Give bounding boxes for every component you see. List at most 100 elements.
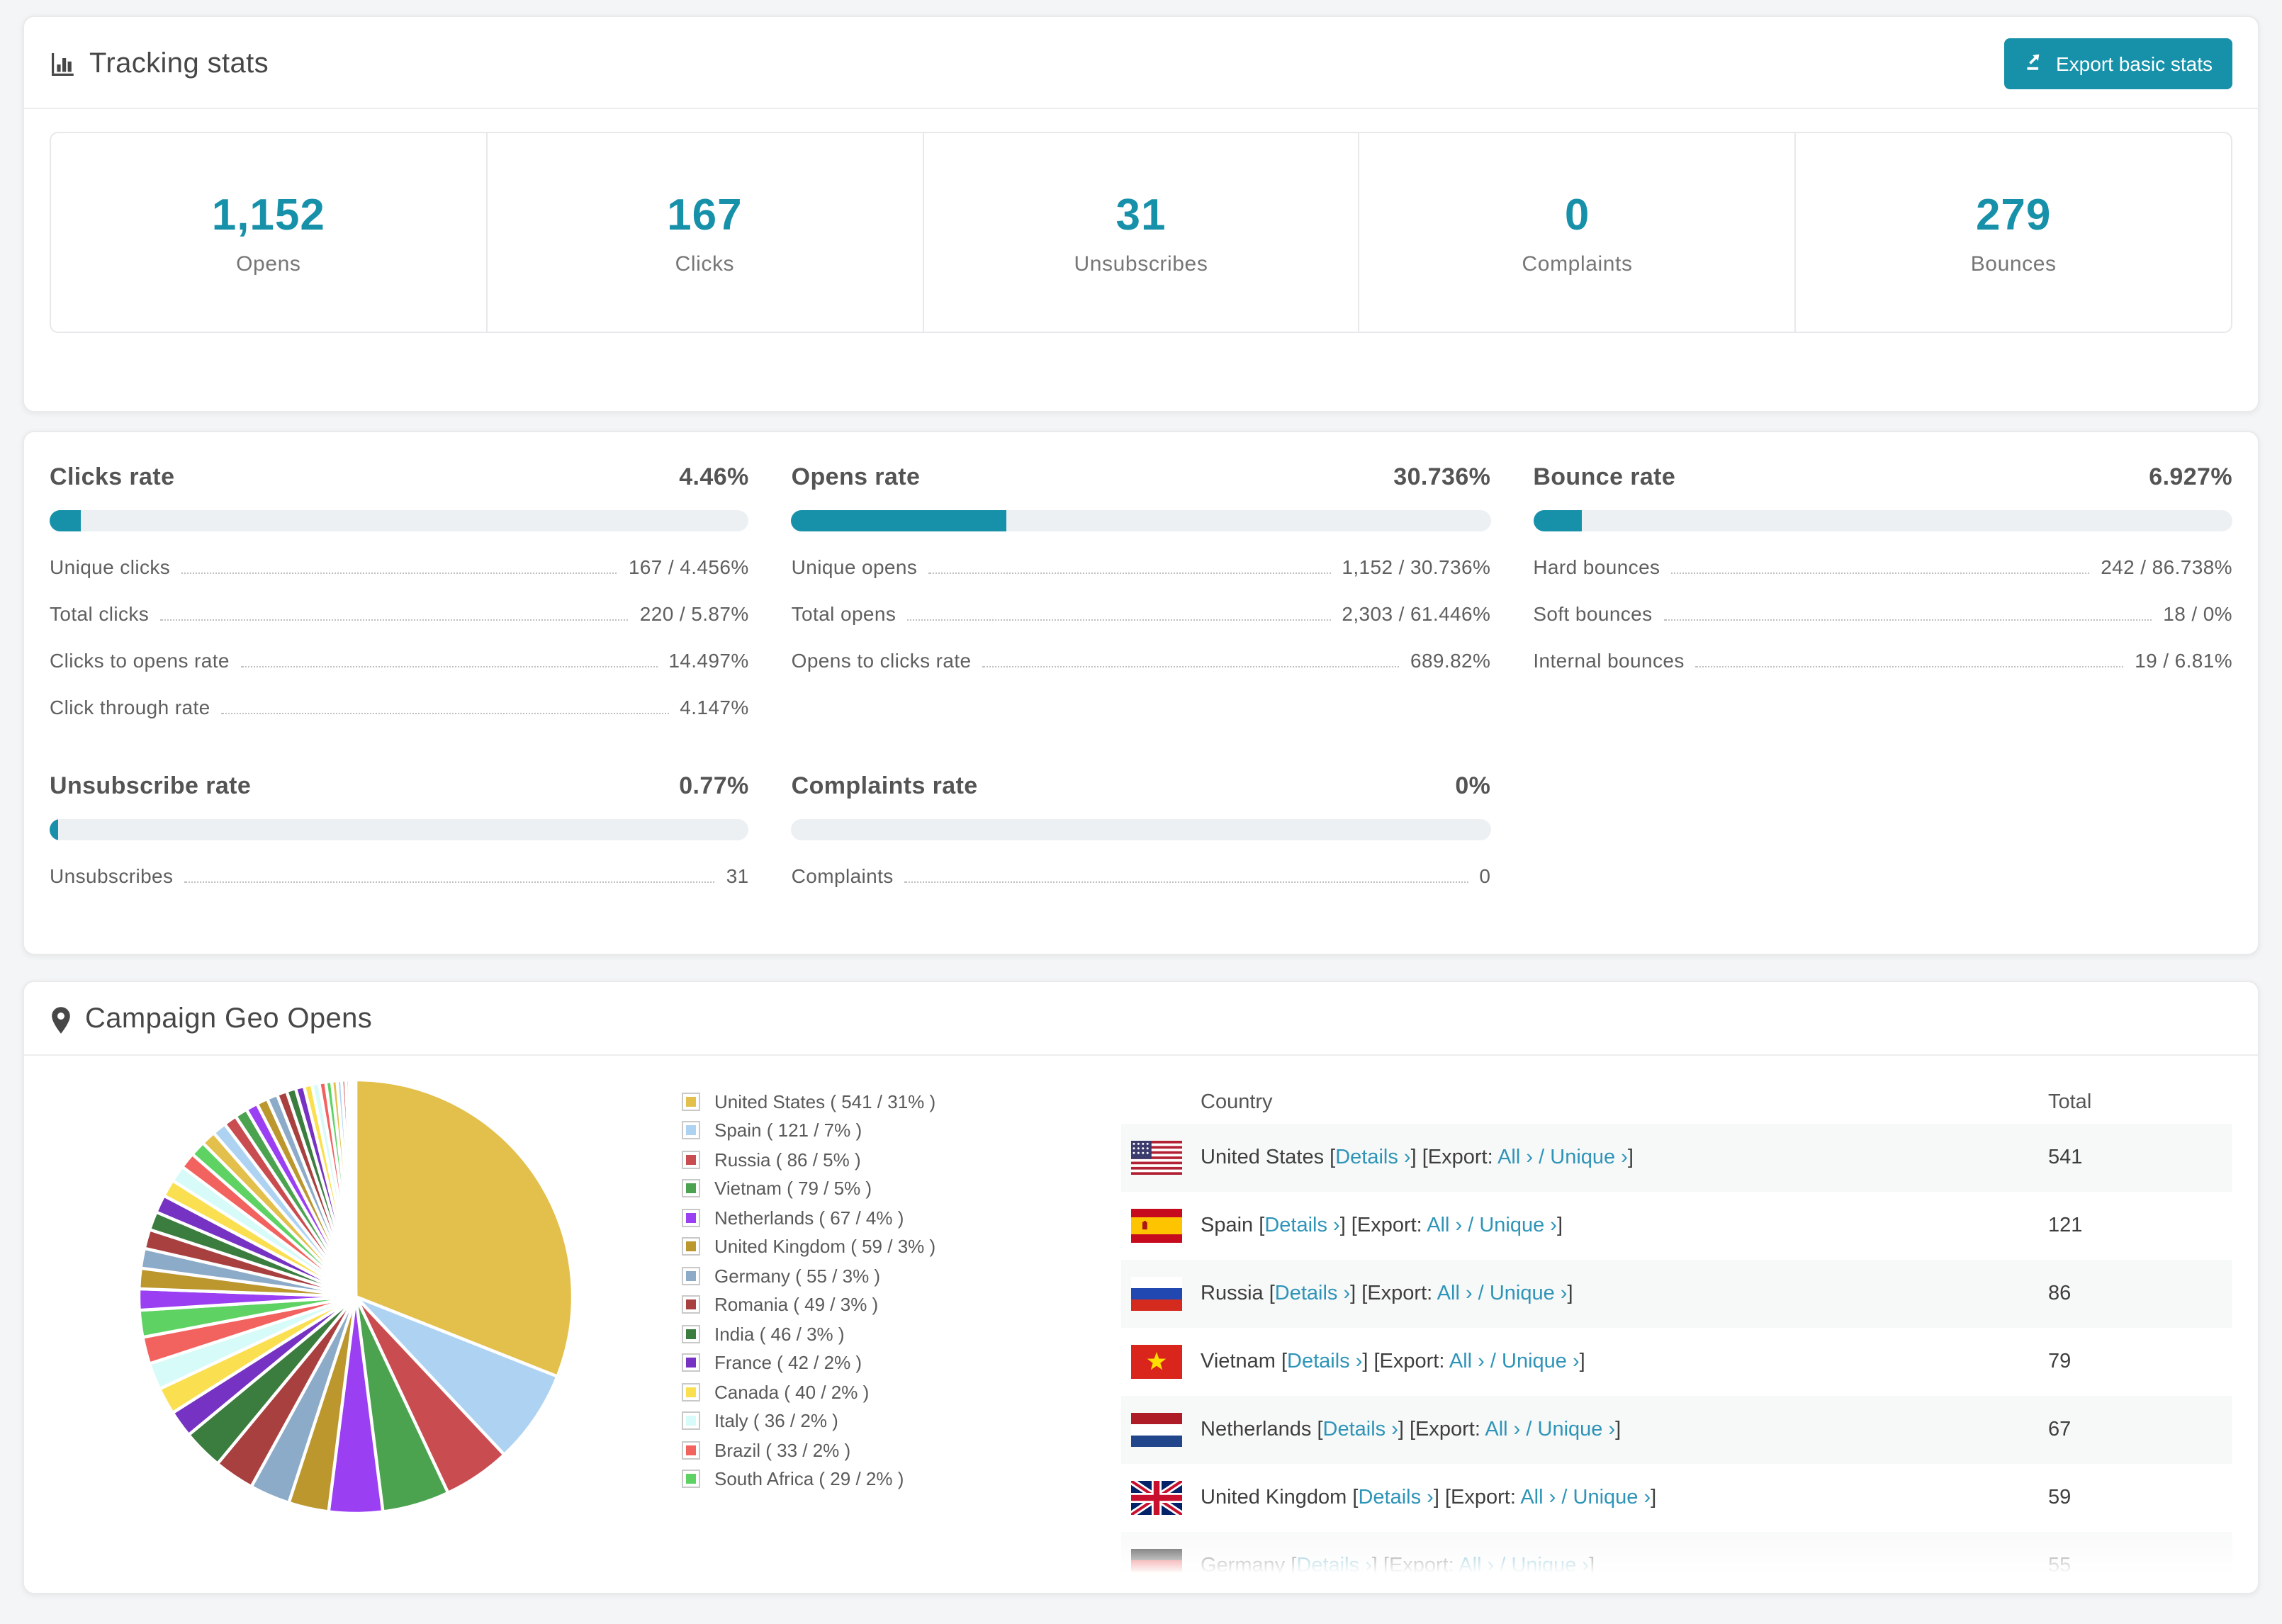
dotted-leader xyxy=(904,881,1468,883)
detail-label: Unique opens xyxy=(791,556,918,578)
legend-item-netherlands[interactable]: Netherlands ( 67 / 4% ) xyxy=(682,1203,1121,1232)
geo-title: Campaign Geo Opens xyxy=(85,1003,373,1034)
legend-item-spain[interactable]: Spain ( 121 / 7% ) xyxy=(682,1116,1121,1145)
rate-head-unsubscribe-rate: Unsubscribe rate 0.77% xyxy=(50,772,749,801)
rate-value: 0.77% xyxy=(679,772,749,799)
details-link[interactable]: Details › xyxy=(1323,1419,1398,1441)
rate-block-bounce-rate: Bounce rate 6.927% Hard bounces 242 / 86.73… xyxy=(1533,463,2232,718)
flag-ru-icon xyxy=(1131,1277,1182,1311)
rate-block-opens-rate: Opens rate 30.736% Unique opens 1,152 / 30.… xyxy=(791,463,1491,718)
geo-opens-card: Campaign Geo Opens United States ( 541 /… xyxy=(23,981,2259,1594)
legend-swatch xyxy=(682,1440,700,1460)
export-all-link[interactable]: All › xyxy=(1427,1214,1462,1237)
detail-label: Total opens xyxy=(791,602,896,625)
legend-item-vietnam[interactable]: Vietnam ( 79 / 5% ) xyxy=(682,1174,1121,1203)
legend-label: Spain ( 121 / 7% ) xyxy=(714,1120,862,1141)
legend-item-canada[interactable]: Canada ( 40 / 2% ) xyxy=(682,1377,1121,1406)
export-unique-link[interactable]: Unique › xyxy=(1479,1214,1557,1237)
bracket: [ xyxy=(1281,1350,1287,1373)
bracket: ] [Export: xyxy=(1362,1350,1449,1373)
dotted-leader xyxy=(982,666,1399,667)
export-unique-link[interactable]: Unique › xyxy=(1490,1282,1568,1305)
bracket: ] xyxy=(1651,1487,1657,1509)
export-all-link[interactable]: All › xyxy=(1449,1350,1485,1373)
details-link[interactable]: Details › xyxy=(1264,1214,1339,1237)
bracket: ] [Export: xyxy=(1350,1282,1437,1305)
detail-value: 2,303 / 61.446% xyxy=(1342,602,1491,625)
details-link[interactable]: Details › xyxy=(1275,1282,1350,1305)
rate-title: Opens rate xyxy=(791,463,921,490)
legend-label: South Africa ( 29 / 2% ) xyxy=(714,1468,904,1490)
dotted-leader xyxy=(1695,666,2124,667)
legend-item-brazil[interactable]: Brazil ( 33 / 2% ) xyxy=(682,1436,1121,1465)
stat-bounces: 279 Bounces xyxy=(1796,133,2231,332)
pie-chart xyxy=(137,1078,575,1516)
bracket: ] xyxy=(1556,1214,1563,1237)
detail-row-soft-bounces: Soft bounces 18 / 0% xyxy=(1533,602,2232,625)
total-cell: 67 xyxy=(2048,1419,2072,1441)
export-all-link[interactable]: All › xyxy=(1497,1146,1533,1169)
rate-head-clicks-rate: Clicks rate 4.46% xyxy=(50,463,749,492)
header-divider xyxy=(24,108,2258,109)
country-name: Russia xyxy=(1201,1282,1269,1305)
total-cell: 86 xyxy=(2048,1282,2072,1305)
dotted-leader xyxy=(160,619,629,621)
export-basic-stats-button[interactable]: Export basic stats xyxy=(2003,38,2232,89)
legend-item-italy[interactable]: Italy ( 36 / 2% ) xyxy=(682,1406,1121,1436)
legend-item-romania[interactable]: Romania ( 49 / 3% ) xyxy=(682,1290,1121,1319)
legend-label: Canada ( 40 / 2% ) xyxy=(714,1381,870,1403)
rates-grid: Clicks rate 4.46% Unique clicks 167 / 4.456… xyxy=(50,463,2232,887)
export-all-link[interactable]: All › xyxy=(1458,1555,1494,1577)
progress-fill xyxy=(50,510,81,531)
legend-item-france[interactable]: France ( 42 / 2% ) xyxy=(682,1348,1121,1377)
legend-swatch xyxy=(682,1150,700,1169)
rate-value: 6.927% xyxy=(2149,463,2232,490)
legend-item-india[interactable]: India ( 46 / 3% ) xyxy=(682,1319,1121,1348)
progress-track xyxy=(50,510,749,531)
legend-swatch xyxy=(682,1237,700,1256)
progress-fill xyxy=(1533,510,1582,531)
progress-fill xyxy=(50,819,58,840)
export-all-link[interactable]: All › xyxy=(1520,1487,1556,1509)
details-link[interactable]: Details › xyxy=(1296,1555,1371,1577)
details-link[interactable]: Details › xyxy=(1335,1146,1410,1169)
export-unique-link[interactable]: Unique › xyxy=(1550,1146,1628,1169)
rate-value: 0% xyxy=(1455,772,1491,799)
page-title: Tracking stats xyxy=(89,47,269,79)
stat-label-bounces: Bounces xyxy=(1970,252,2057,276)
rate-block-unsubscribe-rate: Unsubscribe rate 0.77% Unsubscribes 31 xyxy=(50,772,749,887)
details-link[interactable]: Details › xyxy=(1358,1487,1433,1509)
detail-value: 31 xyxy=(726,864,749,887)
detail-label: Soft bounces xyxy=(1533,602,1653,625)
export-all-link[interactable]: All › xyxy=(1485,1419,1520,1441)
stat-label-clicks: Clicks xyxy=(675,252,735,276)
slash-separator: / xyxy=(1520,1419,1538,1441)
legend-swatch xyxy=(682,1411,700,1431)
stat-opens: 1,152 Opens xyxy=(51,133,488,332)
export-unique-link[interactable]: Unique › xyxy=(1538,1419,1616,1441)
export-all-link[interactable]: All › xyxy=(1437,1282,1473,1305)
flag-nl-icon xyxy=(1131,1413,1182,1447)
flag-us-icon xyxy=(1131,1141,1182,1175)
details-link[interactable]: Details › xyxy=(1287,1350,1362,1373)
detail-row-unsubscribes: Unsubscribes 31 xyxy=(50,864,749,887)
bracket: ] xyxy=(1615,1419,1621,1441)
geo-table-header: Country Total xyxy=(1121,1081,2232,1124)
export-unique-link[interactable]: Unique › xyxy=(1573,1487,1651,1509)
dotted-leader xyxy=(907,619,1331,621)
export-unique-link[interactable]: Unique › xyxy=(1511,1555,1589,1577)
legend-item-russia[interactable]: Russia ( 86 / 5% ) xyxy=(682,1145,1121,1174)
table-row-vietnam: Vietnam [Details ›] [Export: All › / Uni… xyxy=(1121,1328,2232,1396)
legend-swatch xyxy=(682,1353,700,1372)
export-unique-link[interactable]: Unique › xyxy=(1502,1350,1580,1373)
detail-value: 18 / 0% xyxy=(2163,602,2232,625)
tracking-stats-card: Tracking stats Export basic stats 1,152 O… xyxy=(23,16,2259,412)
slash-separator: / xyxy=(1556,1487,1573,1509)
dotted-leader xyxy=(1663,619,2152,621)
legend-item-south-africa[interactable]: South Africa ( 29 / 2% ) xyxy=(682,1465,1121,1494)
legend-item-united-states[interactable]: United States ( 541 / 31% ) xyxy=(682,1087,1121,1116)
country-cell: United Kingdom [Details ›] [Export: All … xyxy=(1201,1487,2048,1509)
legend-label: Brazil ( 33 / 2% ) xyxy=(714,1439,851,1461)
legend-item-germany[interactable]: Germany ( 55 / 3% ) xyxy=(682,1261,1121,1290)
legend-item-united-kingdom[interactable]: United Kingdom ( 59 / 3% ) xyxy=(682,1232,1121,1261)
